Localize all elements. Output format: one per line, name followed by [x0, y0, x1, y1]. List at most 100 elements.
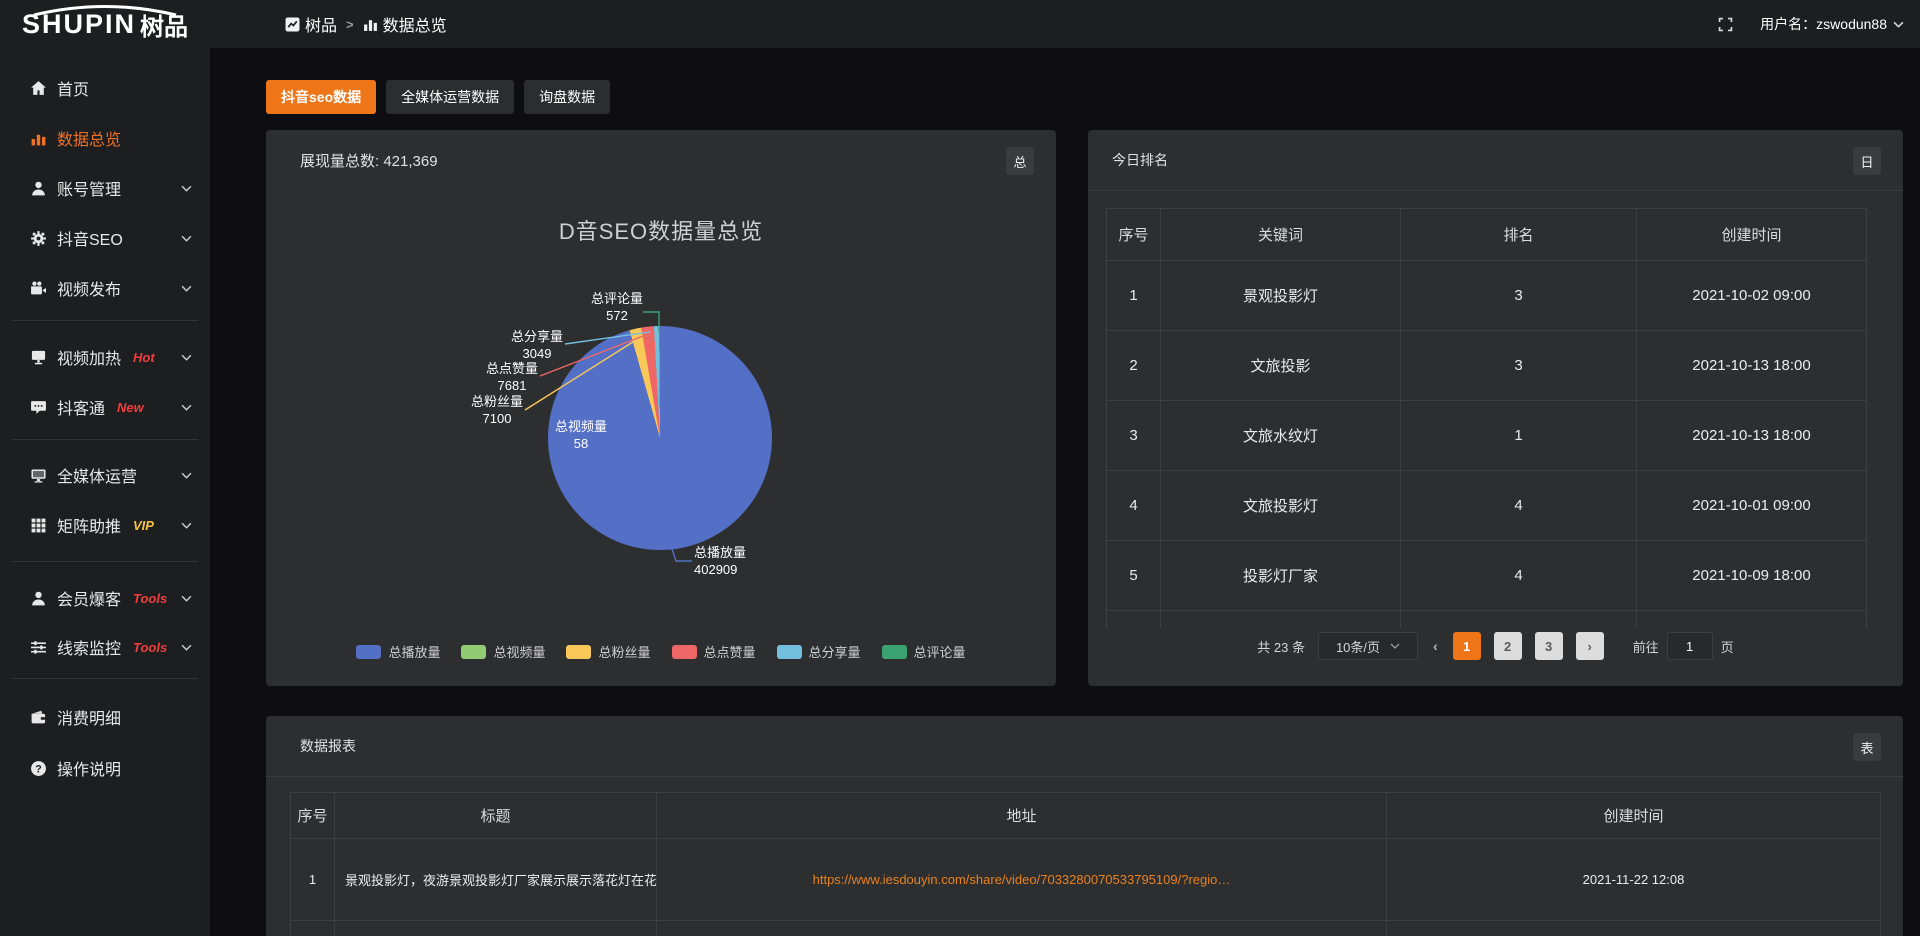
page-button-3[interactable]: 3	[1535, 632, 1563, 660]
table-row-partial	[1107, 611, 1867, 629]
goto-page-group: 前往 页	[1633, 632, 1734, 660]
video-url-link[interactable]: https://www.iesdouyin.com/share/video/70…	[657, 839, 1387, 921]
logo-arc-icon	[30, 4, 180, 16]
sidebar-item-home[interactable]: 首页	[0, 63, 210, 113]
table-view-badge[interactable]: 表	[1853, 733, 1881, 761]
sidebar-item-help[interactable]: ? 操作说明	[0, 743, 210, 793]
hot-badge: Hot	[133, 350, 155, 365]
grid-icon	[30, 517, 47, 534]
legend-item-shares[interactable]: 总分享量	[777, 642, 861, 661]
sidebar-divider	[12, 439, 198, 440]
wallet-icon	[30, 709, 47, 726]
legend-item-fans[interactable]: 总粉丝量	[566, 642, 650, 661]
legend-swatch	[882, 645, 907, 659]
day-view-badge[interactable]: 日	[1853, 147, 1881, 175]
today-ranking-card: 今日排名 日 序号 关键词 排名 创建时间 1 景观投影灯 3 2021-10-…	[1088, 130, 1903, 686]
legend-swatch	[566, 645, 591, 659]
chevron-down-icon	[181, 466, 192, 484]
chevron-down-icon	[181, 279, 192, 297]
goto-page-input[interactable]	[1667, 632, 1713, 660]
sidebar-divider	[12, 320, 198, 321]
sliders-icon	[30, 639, 47, 656]
pie-label-comments: 总评论量 572	[591, 290, 643, 324]
tab-inquiry-data[interactable]: 询盘数据	[524, 80, 610, 114]
top-header: SHUPIN 树品 树品 > 数据总览 用户名：zswodun88	[0, 0, 1920, 48]
pie-label-videos: 总视频量 58	[555, 418, 607, 452]
sidebar-item-lead-monitor[interactable]: 线索监控 Tools	[0, 622, 210, 672]
breadcrumb-current[interactable]: 数据总览	[363, 12, 447, 36]
bar-chart-icon	[30, 130, 47, 147]
legend-swatch	[777, 645, 802, 659]
chart-legend: 总播放量 总视频量 总粉丝量 总点赞量 总分享量 总评论量	[266, 642, 1056, 661]
gear-icon	[30, 230, 47, 247]
pie-label-shares: 总分享量 3049	[511, 328, 563, 362]
sidebar-item-douyin-seo[interactable]: 抖音SEO	[0, 213, 210, 263]
next-page-button[interactable]: ›	[1576, 632, 1604, 660]
chevron-down-icon	[181, 179, 192, 197]
tab-omnimedia-data[interactable]: 全媒体运营数据	[386, 80, 514, 114]
sidebar-item-douketong[interactable]: 抖客通 New	[0, 382, 210, 432]
divider	[1088, 190, 1903, 191]
fullscreen-icon[interactable]	[1717, 16, 1734, 33]
sidebar-item-member-burst[interactable]: 会员爆客 Tools	[0, 573, 210, 623]
total-view-badge[interactable]: 总	[1006, 147, 1034, 175]
legend-swatch	[356, 645, 381, 659]
pie-label-likes: 总点赞量 7681	[486, 360, 538, 394]
page-button-2[interactable]: 2	[1494, 632, 1522, 660]
table-row-partial	[291, 921, 1881, 936]
home-icon	[30, 80, 47, 97]
sidebar-item-video-publish[interactable]: 视频发布	[0, 263, 210, 313]
tab-douyin-seo[interactable]: 抖音seo数据	[266, 80, 376, 114]
breadcrumb-home[interactable]: 树品	[285, 12, 337, 36]
divider	[266, 776, 1903, 777]
sidebar-item-video-heat[interactable]: 视频加热 Hot	[0, 332, 210, 382]
ranking-table-wrap: 序号 关键词 排名 创建时间 1 景观投影灯 3 2021-10-02 09:0…	[1106, 208, 1868, 628]
table-row: 1 景观投影灯 3 2021-10-02 09:00	[1107, 261, 1867, 331]
chevron-down-icon	[181, 589, 192, 607]
help-icon: ?	[30, 760, 47, 777]
sidebar-item-data-overview[interactable]: 数据总览	[0, 113, 210, 163]
chevron-down-icon	[181, 516, 192, 534]
user-menu[interactable]: 用户名：zswodun88	[1760, 14, 1904, 34]
pagination-total: 共 23 条	[1257, 637, 1305, 656]
report-table: 序号 标题 地址 创建时间 1 景观投影灯，夜游景观投影灯厂家展示展示落花灯在花…	[290, 792, 1881, 936]
pie-label-fans: 总粉丝量 7100	[471, 393, 523, 427]
chevron-down-icon	[1390, 643, 1400, 649]
legend-item-comments[interactable]: 总评论量	[882, 642, 966, 661]
app-logo[interactable]: SHUPIN 树品	[22, 3, 222, 45]
sidebar-divider	[12, 561, 198, 562]
goto-label: 前往	[1633, 637, 1659, 656]
ranking-table: 序号 关键词 排名 创建时间 1 景观投影灯 3 2021-10-02 09:0…	[1106, 208, 1867, 628]
sidebar-divider	[12, 678, 198, 679]
impressions-total: 展现量总数: 421,369	[300, 150, 438, 171]
data-report-card: 数据报表 表 序号 标题 地址 创建时间 1 景观投影灯，夜游景观投影灯厂家展示…	[266, 716, 1903, 936]
chevron-down-icon	[181, 348, 192, 366]
table-row: 4 文旅投影灯 4 2021-10-01 09:00	[1107, 471, 1867, 541]
sidebar-item-matrix-boost[interactable]: 矩阵助推 VIP	[0, 500, 210, 550]
sidebar-item-consumption[interactable]: 消费明细	[0, 692, 210, 742]
chevron-down-icon	[181, 638, 192, 656]
ranking-title: 今日排名	[1112, 150, 1168, 170]
vip-badge: VIP	[133, 518, 154, 533]
goto-unit: 页	[1721, 637, 1734, 656]
monitor-icon	[30, 467, 47, 484]
page-size-select[interactable]: 10条/页	[1318, 632, 1418, 660]
pagination: 共 23 条 10条/页 ‹ 1 2 3 › 前往 页	[1088, 632, 1903, 660]
pie-label-plays: 总播放量 402909	[694, 544, 746, 578]
trend-chart-icon	[285, 17, 300, 32]
chevron-down-icon	[181, 398, 192, 416]
chevron-down-icon	[181, 229, 192, 247]
legend-item-likes[interactable]: 总点赞量	[672, 642, 756, 661]
legend-item-videos[interactable]: 总视频量	[461, 642, 545, 661]
legend-item-plays[interactable]: 总播放量	[356, 642, 440, 661]
prev-page-button[interactable]: ‹	[1431, 638, 1440, 654]
sidebar-item-account[interactable]: 账号管理	[0, 163, 210, 213]
sidebar-item-omnimedia[interactable]: 全媒体运营	[0, 450, 210, 500]
tools-badge: Tools	[133, 640, 167, 655]
table-header-row: 序号 标题 地址 创建时间	[291, 793, 1881, 839]
tools-badge: Tools	[133, 591, 167, 606]
table-row: 1 景观投影灯，夜游景观投影灯厂家展示展示落花灯在花园里的灯光投影应用效果 # …	[291, 839, 1881, 921]
table-row: 2 文旅投影 3 2021-10-13 18:00	[1107, 331, 1867, 401]
page-button-1[interactable]: 1	[1453, 632, 1481, 660]
chevron-down-icon	[1893, 21, 1904, 28]
